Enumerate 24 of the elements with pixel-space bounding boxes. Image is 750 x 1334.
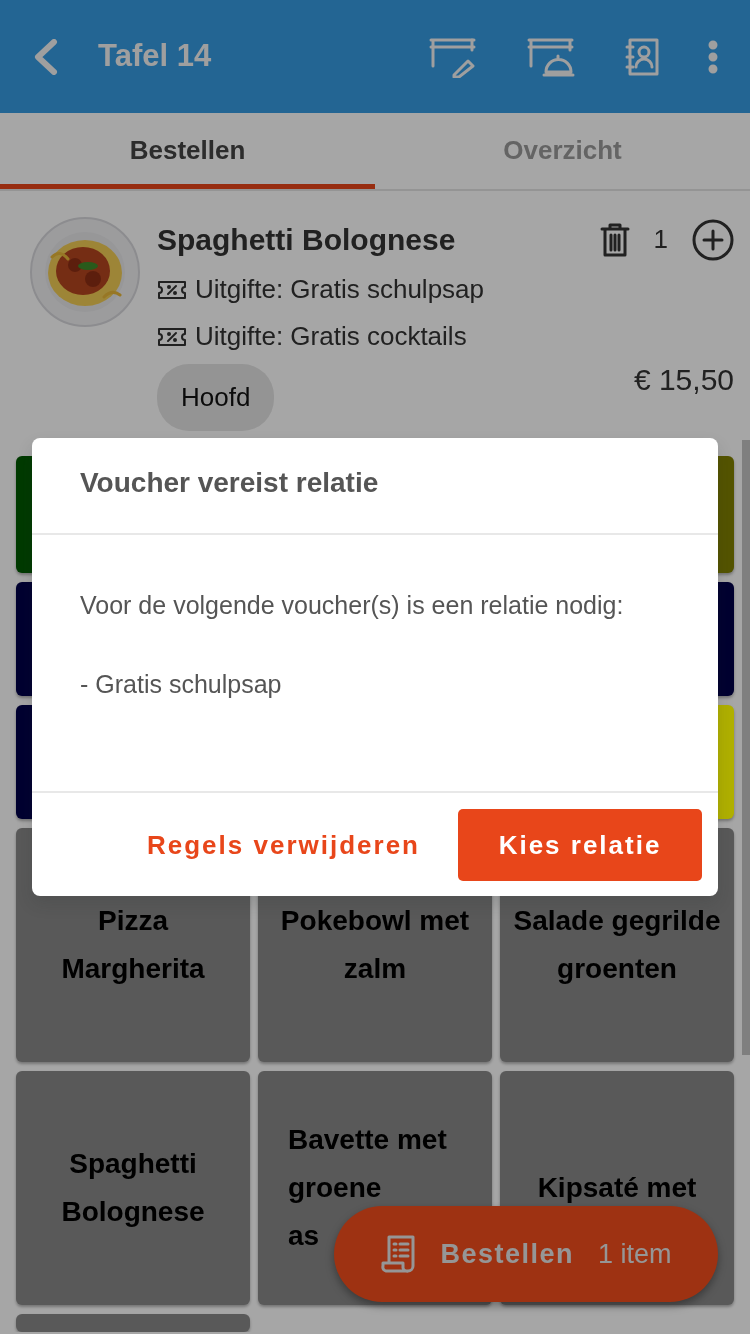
- contact-book-icon[interactable]: [624, 36, 660, 77]
- tab[interactable]: Bestellen: [0, 113, 375, 189]
- receipt-icon: [380, 1234, 417, 1274]
- back-icon[interactable]: [32, 38, 60, 75]
- product-tile[interactable]: [16, 1314, 250, 1332]
- trash-icon[interactable]: [599, 221, 630, 258]
- product-tile[interactable]: Spaghetti Bolognese: [16, 1071, 250, 1305]
- tab[interactable]: Overzicht: [375, 113, 750, 189]
- dialog-message: - Gratis schulpsap: [80, 669, 283, 700]
- add-icon[interactable]: [692, 218, 734, 261]
- choose-relation-button[interactable]: Kies relatie: [458, 809, 702, 881]
- order-button[interactable]: Bestellen 1 item: [334, 1206, 718, 1302]
- page-title: Tafel 14: [98, 37, 212, 76]
- product-name: Spaghetti Bolognese: [157, 222, 456, 258]
- voucher-line: Uitgifte: Gratis schulpsap: [195, 273, 484, 306]
- category-tag: Hoofd: [157, 364, 275, 431]
- dialog-message: Voor de volgende voucher(s) is een relatie nodig:: [80, 590, 625, 621]
- voucher-line: Uitgifte: Gratis cocktails: [195, 320, 467, 353]
- price: € 15,50: [633, 362, 734, 398]
- ticket-icon: [157, 326, 187, 347]
- ticket-icon: [157, 279, 187, 300]
- more-icon[interactable]: [708, 39, 718, 74]
- dialog-title: Voucher vereist relatie: [32, 438, 718, 535]
- quantity: 1: [653, 223, 668, 256]
